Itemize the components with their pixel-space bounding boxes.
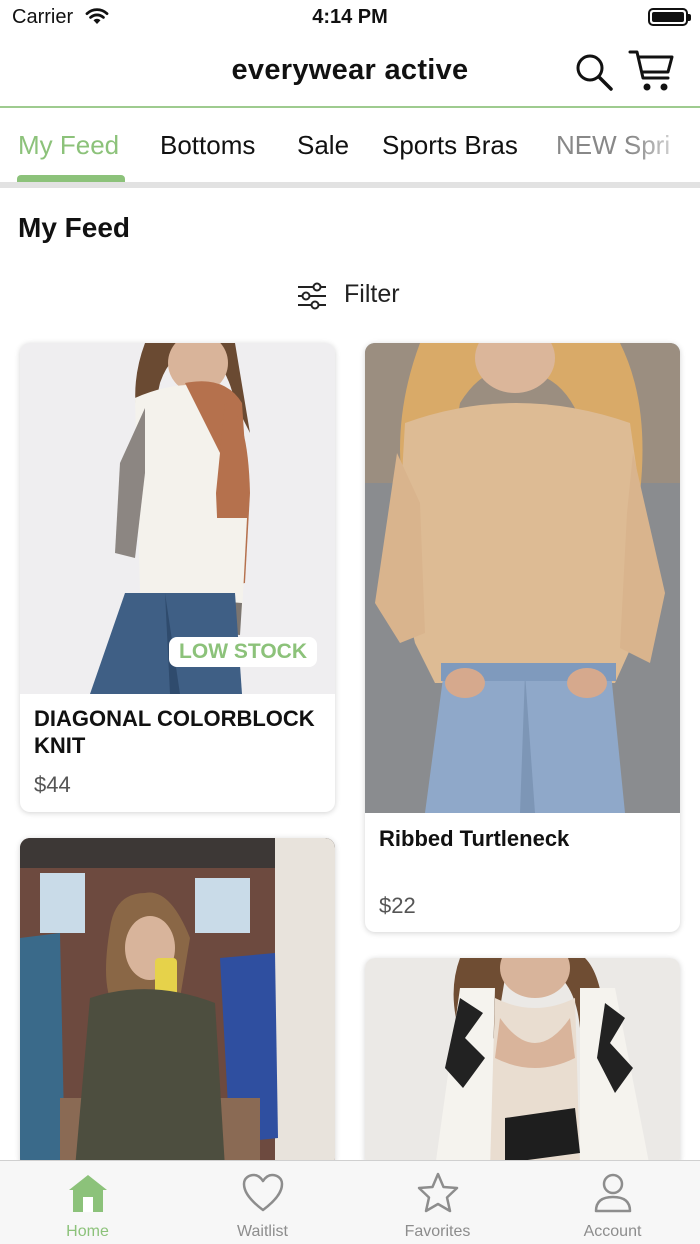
tab-label: Home [66,1223,109,1240]
bottom-tab-bar: Home Waitlist Favorites Account [0,1160,700,1244]
tab-favorites[interactable]: Favorites [350,1161,525,1244]
product-name[interactable]: DIAGONAL COLORBLOCK KNIT [34,705,321,759]
tab-label: Favorites [404,1223,471,1240]
active-tab-indicator [17,175,125,182]
product-image [365,343,680,813]
low-stock-badge: LOW STOCK [169,637,317,667]
tab-home[interactable]: Home [0,1161,175,1244]
heart-icon [242,1173,284,1212]
tab-bottoms[interactable]: Bottoms [160,130,255,161]
tab-my-feed[interactable]: My Feed [18,130,119,161]
product-card[interactable]: Ribbed Turtleneck $22 [365,343,680,932]
clock: 4:14 PM [312,6,388,28]
tab-account[interactable]: Account [525,1161,700,1244]
filter-sliders-icon [298,282,326,310]
product-card[interactable] [20,838,335,1168]
tab-label: Account [583,1223,642,1240]
tabs-fade [630,110,700,182]
tab-waitlist[interactable]: Waitlist [175,1161,350,1244]
product-card[interactable] [365,958,680,1168]
page-title: My Feed [18,212,131,243]
tab-label: Waitlist [237,1223,288,1240]
tab-sale[interactable]: Sale [297,130,349,161]
product-image: LOW STOCK [20,343,335,694]
tab-sports-bras[interactable]: Sports Bras [382,130,518,161]
app-header: everywear active [0,36,700,108]
star-icon [417,1172,459,1213]
status-bar: Carrier 4:14 PM [0,0,700,36]
filter-label: Filter [344,280,400,308]
product-name[interactable]: Ribbed Turtleneck [379,825,666,852]
search-icon[interactable] [574,52,614,92]
person-icon [594,1173,632,1213]
battery-icon [648,8,691,26]
product-card[interactable]: LOW STOCK DIAGONAL COLORBLOCK KNIT $44 [20,343,335,812]
product-image [365,958,680,1168]
product-image [20,838,335,1168]
home-icon [69,1175,107,1212]
category-tabs: My Feed Bottoms Sale Sports Bras NEW Spr… [0,110,700,188]
product-price: $22 [379,893,416,918]
cart-icon[interactable] [628,48,676,94]
product-price: $44 [34,772,71,797]
